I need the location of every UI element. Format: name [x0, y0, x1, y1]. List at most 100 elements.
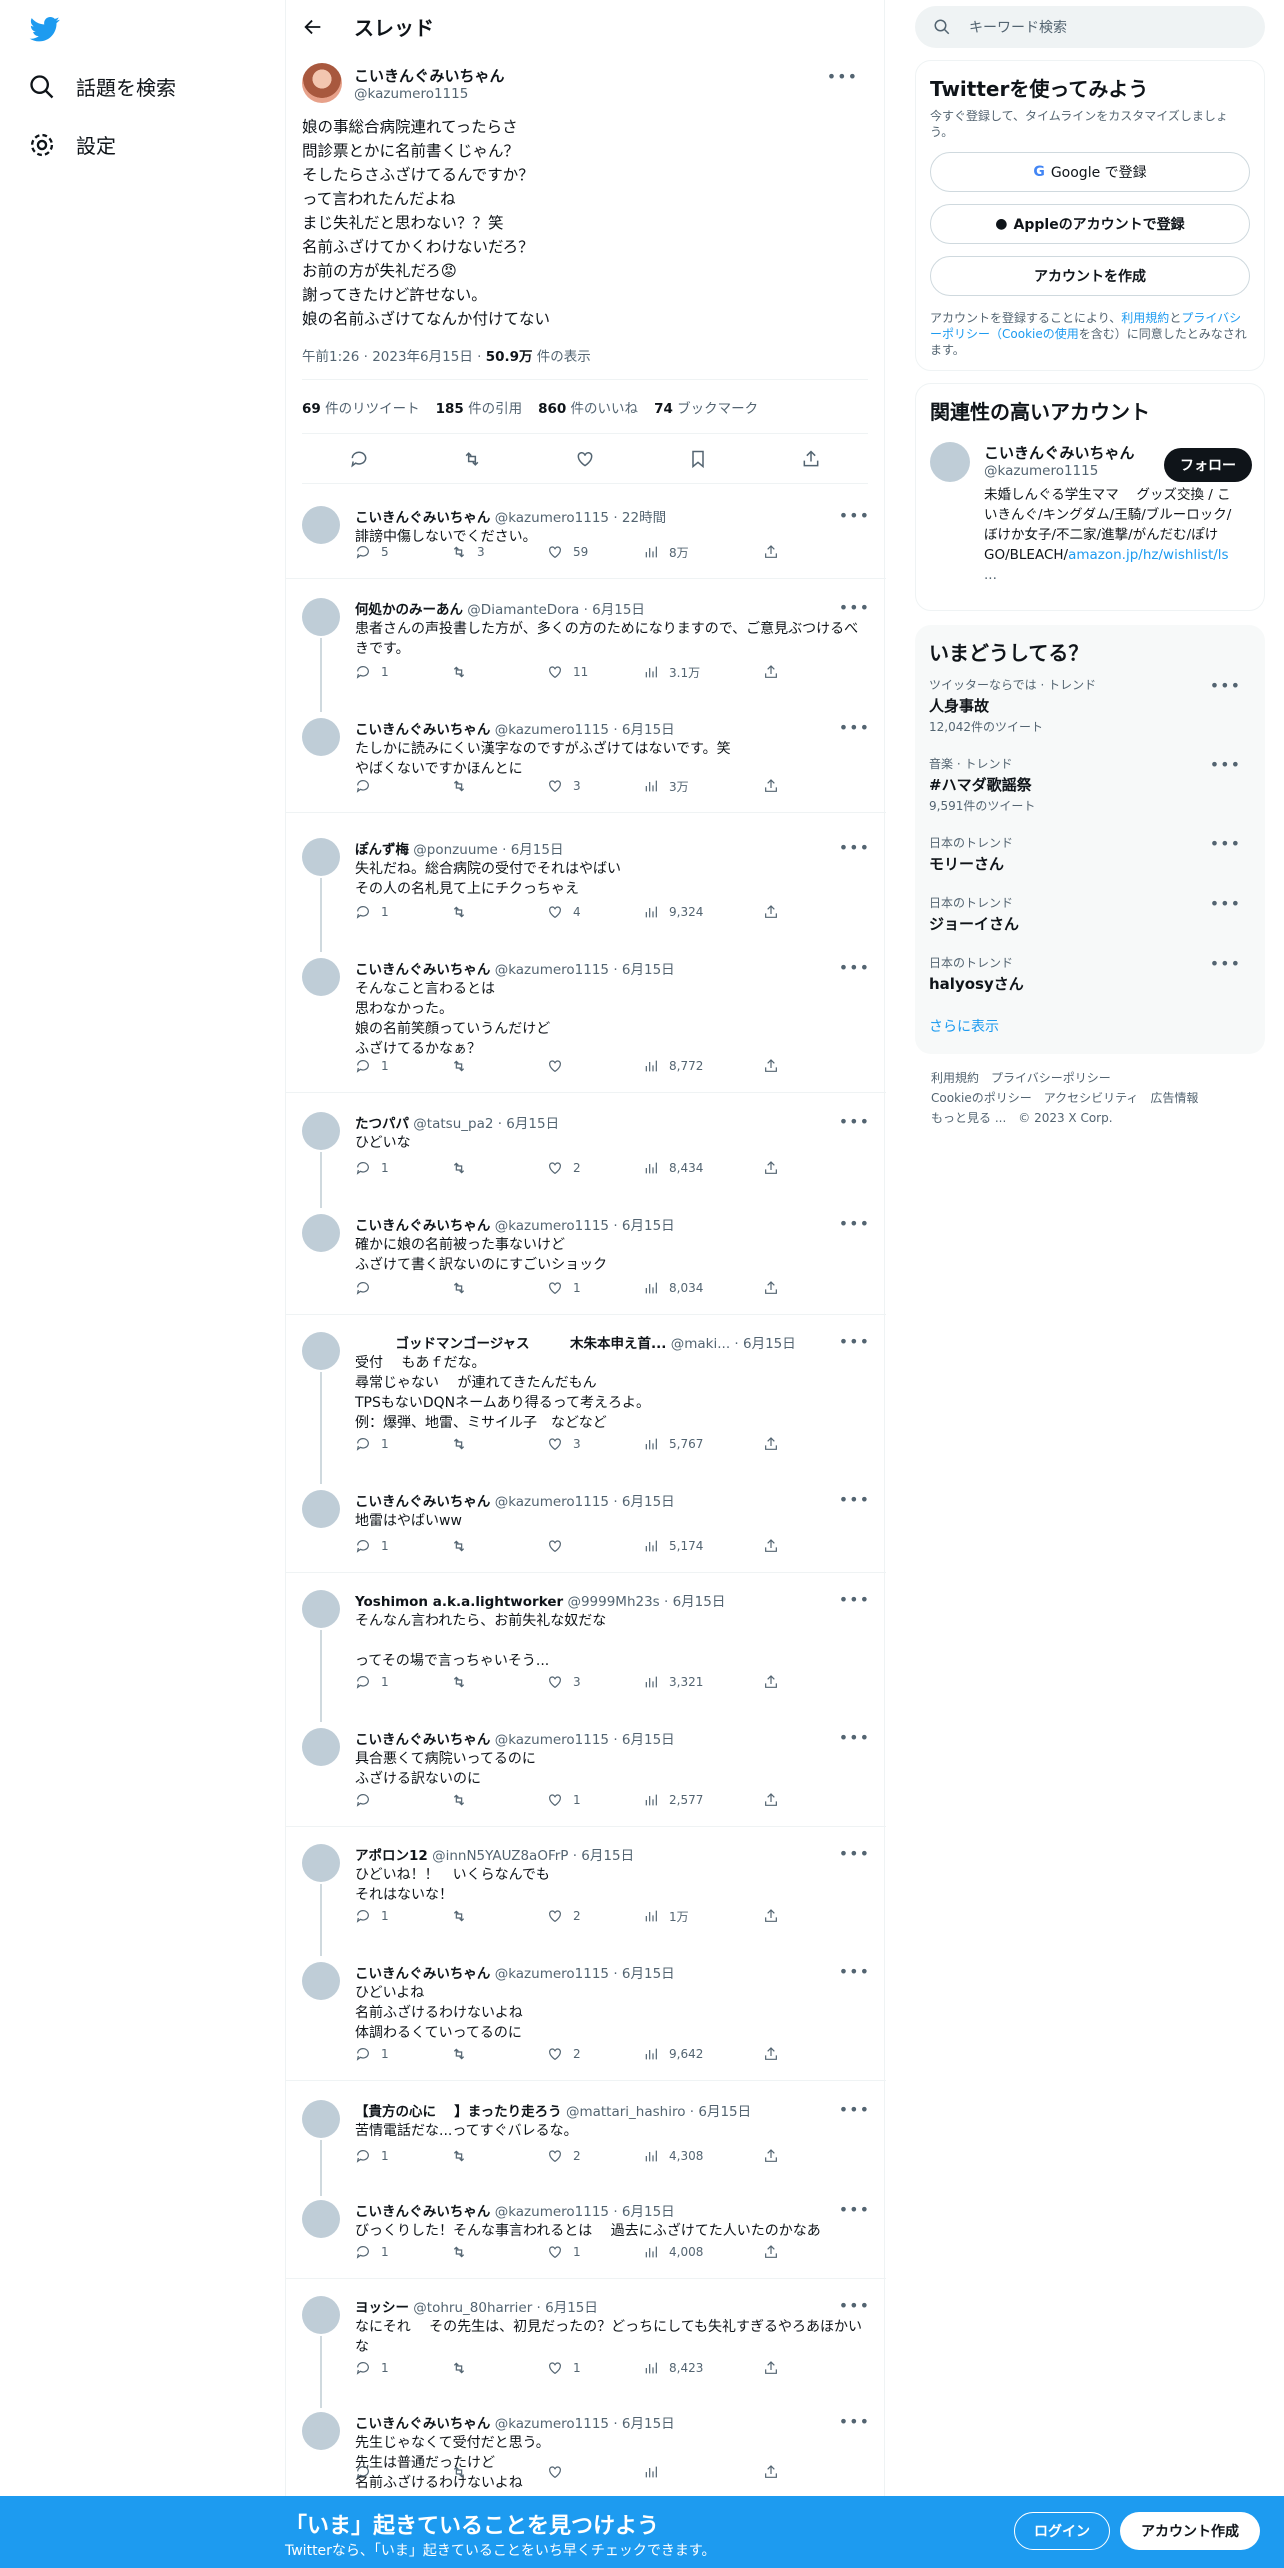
- heart-action[interactable]: 2: [547, 2046, 637, 2062]
- reply-author-name[interactable]: こいきんぐみいちゃん: [355, 962, 490, 978]
- retweet-action[interactable]: [451, 1160, 541, 1176]
- reply-tweet[interactable]: こいきんぐみいちゃん @kazumero1115 · 6月15日 ••• ひどいよね…: [286, 1950, 886, 2082]
- heart-action[interactable]: [547, 1538, 637, 1554]
- reply-author-name[interactable]: ぽんず梅: [355, 842, 409, 858]
- heart-action[interactable]: 2: [547, 1908, 637, 1924]
- reply-author-handle[interactable]: @kazumero1115 · 6月15日: [495, 1732, 675, 1748]
- heart-action[interactable]: 59: [547, 544, 637, 560]
- reply-tweet[interactable]: ヨッシー @tohru_80harrier · 6月15日 ••• なにそれ その先…: [286, 2284, 886, 2408]
- follow-button[interactable]: フォロー: [1164, 448, 1252, 482]
- views-action[interactable]: 5,174: [643, 1538, 733, 1554]
- avatar[interactable]: [302, 1490, 340, 1528]
- share-action[interactable]: [763, 2046, 853, 2062]
- more-icon[interactable]: •••: [1210, 834, 1241, 853]
- reply-author-handle[interactable]: @kazumero1115 · 6月15日: [495, 1494, 675, 1510]
- avatar[interactable]: [302, 2200, 340, 2238]
- reply-tweet[interactable]: アポロン12 @innN5YAUZ8aOFrP · 6月15日 ••• ひどいね！！…: [286, 1832, 886, 1956]
- more-icon[interactable]: •••: [839, 718, 870, 737]
- create-account-button[interactable]: アカウントを作成: [930, 256, 1250, 296]
- footer-line[interactable]: 利用規約 プライバシーポリシー: [931, 1068, 1249, 1088]
- reply-author-handle[interactable]: @kazumero1115 · 6月15日: [495, 2204, 675, 2220]
- retweet-action[interactable]: [451, 1792, 541, 1808]
- more-icon[interactable]: •••: [839, 1490, 870, 1509]
- more-icon[interactable]: •••: [839, 1590, 870, 1609]
- retweet-action[interactable]: [451, 664, 541, 680]
- heart-action[interactable]: 3: [547, 778, 637, 794]
- reply-author-name[interactable]: Yoshimon a.k.a.lightworker: [355, 1594, 563, 1610]
- avatar[interactable]: [302, 2100, 340, 2138]
- reply-tweet[interactable]: こいきんぐみいちゃん @kazumero1115 · 6月15日 ••• 具合悪くて…: [286, 1716, 886, 1828]
- heart-action[interactable]: 1: [547, 1792, 637, 1808]
- avatar[interactable]: [302, 63, 342, 103]
- views-action[interactable]: 3.1万: [643, 664, 733, 681]
- share-action[interactable]: [763, 544, 853, 560]
- reply-author-name[interactable]: ゴッドマンゴージャス 木朱本申え首...: [355, 1336, 666, 1352]
- retweet-action[interactable]: [451, 2148, 541, 2164]
- heart-action[interactable]: 1: [547, 2244, 637, 2260]
- more-icon[interactable]: •••: [839, 2200, 870, 2219]
- views-action[interactable]: 8,772: [643, 1058, 733, 1074]
- like-stat[interactable]: 860 件のいいね: [538, 397, 638, 417]
- avatar[interactable]: [302, 598, 340, 636]
- avatar[interactable]: [302, 958, 340, 996]
- trend-item[interactable]: 日本のトレンド ジョーイさん •••: [929, 884, 1251, 944]
- reply-tweet[interactable]: 【貴方の心に 】まったり走ろう @mattari_hashiro · 6月15日…: [286, 2088, 886, 2196]
- reply-author-name[interactable]: 何処かのみーあん: [355, 602, 463, 618]
- views-action[interactable]: 8,034: [643, 1280, 733, 1296]
- share-icon[interactable]: [801, 449, 821, 469]
- reply-tweet[interactable]: ゴッドマンゴージャス 木朱本申え首... @maki... · 6月15日 •••…: [286, 1320, 886, 1484]
- quote-stat[interactable]: 185 件の引用: [436, 397, 522, 417]
- more-icon[interactable]: •••: [1210, 755, 1241, 774]
- views-action[interactable]: 9,642: [643, 2046, 733, 2062]
- views-action[interactable]: 3,321: [643, 1674, 733, 1690]
- share-action[interactable]: [763, 904, 853, 920]
- retweet-action[interactable]: [451, 904, 541, 920]
- retweet-action[interactable]: [451, 1436, 541, 1452]
- nav-settings[interactable]: 設定: [28, 130, 116, 159]
- heart-action[interactable]: 2: [547, 2148, 637, 2164]
- reply-tweet[interactable]: たつパパ @tatsu_pa2 · 6月15日 ••• ひどいな 1 2 8,434: [286, 1100, 886, 1208]
- avatar[interactable]: [302, 2296, 340, 2334]
- retweet-icon[interactable]: [462, 449, 482, 469]
- share-action[interactable]: [763, 2464, 853, 2480]
- reply-tweet[interactable]: こいきんぐみいちゃん @kazumero1115 · 22時間 ••• 誹謗中傷しな…: [286, 494, 886, 580]
- signup-button[interactable]: アカウント作成: [1120, 2512, 1260, 2550]
- footer-line[interactable]: Cookieのポリシー アクセシビリティ 広告情報: [931, 1088, 1249, 1108]
- retweet-action[interactable]: [451, 1280, 541, 1296]
- views-action[interactable]: 8,423: [643, 2360, 733, 2376]
- share-action[interactable]: [763, 1280, 853, 1296]
- reply-author-name[interactable]: こいきんぐみいちゃん: [355, 2204, 490, 2220]
- login-button[interactable]: ログイン: [1014, 2512, 1110, 2550]
- trend-item[interactable]: ツイッターならでは · トレンド 人身事故 12,042件のツイート •••: [929, 666, 1251, 745]
- reply-tweet[interactable]: こいきんぐみいちゃん @kazumero1115 · 6月15日 ••• そんなこと…: [286, 946, 886, 1094]
- search-input[interactable]: キーワード検索: [915, 6, 1265, 48]
- reply-author-name[interactable]: こいきんぐみいちゃん: [355, 510, 490, 526]
- retweet-action[interactable]: [451, 2360, 541, 2376]
- avatar[interactable]: [302, 1590, 340, 1628]
- retweet-action[interactable]: [451, 2046, 541, 2062]
- views-action[interactable]: 9,324: [643, 904, 733, 920]
- retweet-action[interactable]: [451, 2244, 541, 2260]
- twitter-logo-icon[interactable]: [28, 14, 62, 44]
- reply-author-handle[interactable]: @innN5YAUZ8aOFrP · 6月15日: [432, 1848, 634, 1864]
- reply-author-name[interactable]: こいきんぐみいちゃん: [355, 1966, 490, 1982]
- footer-line[interactable]: もっと見る ... © 2023 X Corp.: [931, 1108, 1249, 1128]
- more-icon[interactable]: •••: [839, 2296, 870, 2315]
- reply-author-handle[interactable]: @kazumero1115 · 6月15日: [495, 962, 675, 978]
- more-icon[interactable]: •••: [839, 838, 870, 857]
- share-action[interactable]: [763, 778, 853, 794]
- views-action[interactable]: 3万: [643, 778, 733, 795]
- reply-action[interactable]: 1: [355, 2148, 445, 2164]
- reply-author-name[interactable]: こいきんぐみいちゃん: [355, 2416, 490, 2432]
- retweet-action[interactable]: [451, 778, 541, 794]
- reply-author-handle[interactable]: @kazumero1115 · 6月15日: [495, 1966, 675, 1982]
- reply-author-handle[interactable]: @DiamanteDora · 6月15日: [467, 602, 645, 618]
- more-icon[interactable]: •••: [839, 506, 870, 525]
- reply-author-handle[interactable]: @kazumero1115 · 6月15日: [495, 1218, 675, 1234]
- heart-action[interactable]: [547, 2464, 637, 2480]
- reply-author-name[interactable]: 【貴方の心に 】まったり走ろう: [355, 2104, 562, 2120]
- reply-tweet[interactable]: こいきんぐみいちゃん @kazumero1115 · 6月15日 ••• びっくりし…: [286, 2188, 886, 2280]
- retweet-stat[interactable]: 69 件のリツイート: [302, 397, 420, 417]
- reply-action[interactable]: [355, 778, 445, 794]
- reply-action[interactable]: 1: [355, 664, 445, 680]
